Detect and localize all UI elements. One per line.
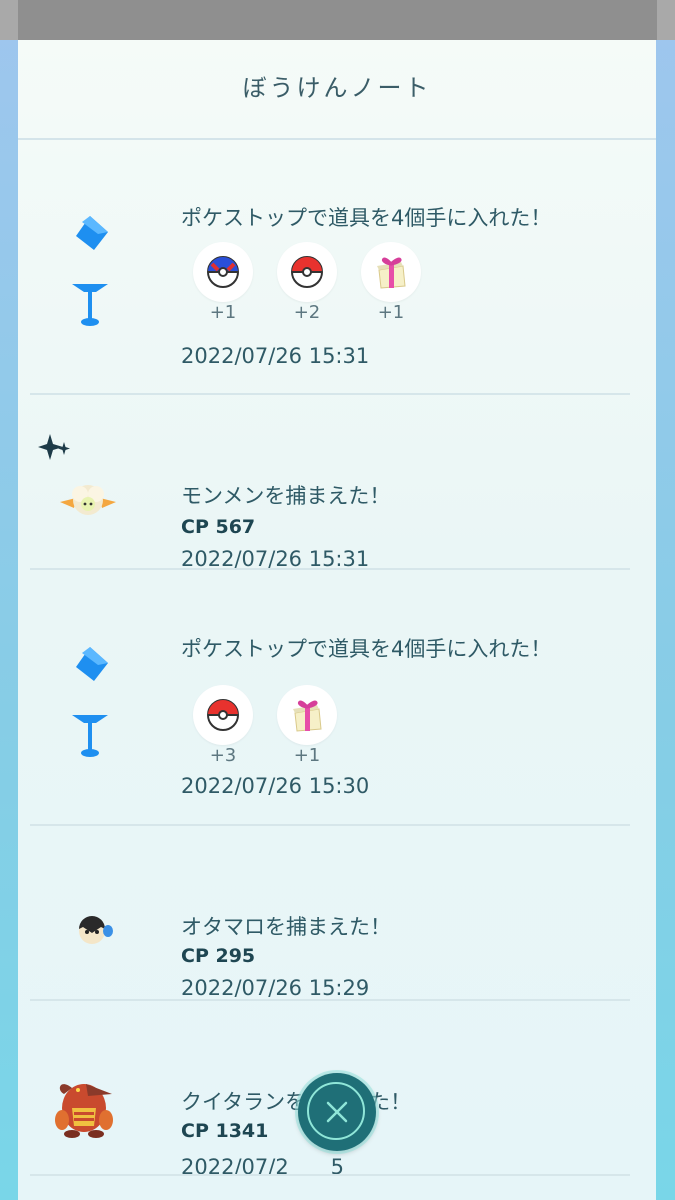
entry-heading: クイタランを捕まえた！ <box>181 1090 412 1114</box>
entry-cp: CP 567 <box>181 516 256 538</box>
entry-heading: ポケストップで道具を4個手に入れた！ <box>181 206 552 230</box>
journal-entry[interactable]: ポケストップで道具を4個手に入れた！ +1 +2 +1 2022/07/26 1… <box>18 140 656 394</box>
item-reward: +3 <box>193 685 253 766</box>
shiny-sparkle-icon <box>38 434 70 460</box>
journal-entry[interactable]: モンメンを捕まえた！ CP 567 2022/07/26 15:31 <box>18 396 656 571</box>
divider <box>30 999 630 1001</box>
entry-timestamp: 2022/07/26 15:29 <box>181 976 370 1000</box>
entry-heading: オタマロを捕まえた！ <box>181 915 391 939</box>
gift-icon <box>377 257 406 289</box>
entry-timestamp: 2022/07/26 15:31 <box>181 344 370 368</box>
item-circle <box>193 685 253 745</box>
divider <box>30 1174 630 1176</box>
item-quantity: +1 <box>377 302 405 323</box>
close-icon <box>326 1101 348 1123</box>
status-bar <box>0 0 675 40</box>
entry-cp: CP 295 <box>181 945 256 967</box>
item-reward: +1 <box>277 685 337 766</box>
divider <box>30 824 630 826</box>
item-circle <box>361 242 421 302</box>
item-circle <box>193 242 253 302</box>
entry-heading: モンメンを捕まえた！ <box>181 484 391 508</box>
item-quantity: +3 <box>209 745 237 766</box>
item-quantity: +2 <box>293 302 321 323</box>
entry-cp: CP 1341 <box>181 1120 269 1142</box>
entry-timestamp: 2022/07/2 5 <box>181 1155 345 1179</box>
item-circle <box>277 242 337 302</box>
journal-entry[interactable]: オタマロを捕まえた！ CP 295 2022/07/26 15:29 <box>18 827 656 1000</box>
item-reward: +1 <box>361 242 421 323</box>
journal-entry[interactable]: ポケストップで道具を4個手に入れた！ +3 +1 2022/07/26 15:3… <box>18 571 656 824</box>
gift-icon <box>293 700 322 732</box>
poke-ball-icon <box>207 699 239 731</box>
entry-timestamp: 2022/07/26 15:30 <box>181 774 370 798</box>
pokestop-icon <box>72 216 108 326</box>
page-title: ぼうけんノート <box>242 74 432 102</box>
journal-panel: ぼうけんノート ポケストップで道具を4個手に入れた！ +1 +2 +1 2022… <box>18 40 656 1200</box>
journal-header: ぼうけんノート <box>18 40 656 140</box>
pokestop-icon <box>72 647 108 757</box>
item-quantity: +1 <box>293 745 321 766</box>
status-bar-edge-left <box>0 0 18 40</box>
status-bar-edge-right <box>657 0 675 40</box>
close-button[interactable] <box>298 1073 376 1151</box>
item-reward: +1 <box>193 242 253 323</box>
item-quantity: +1 <box>209 302 237 323</box>
divider <box>30 568 630 570</box>
heatmor-icon <box>55 1084 113 1138</box>
divider <box>30 393 630 395</box>
great-ball-icon <box>207 256 239 288</box>
poke-ball-icon <box>291 256 323 288</box>
entry-heading: ポケストップで道具を4個手に入れた！ <box>181 637 552 661</box>
oshawott-icon <box>79 916 113 944</box>
cottonee-icon <box>60 485 116 515</box>
item-circle <box>277 685 337 745</box>
item-reward: +2 <box>277 242 337 323</box>
